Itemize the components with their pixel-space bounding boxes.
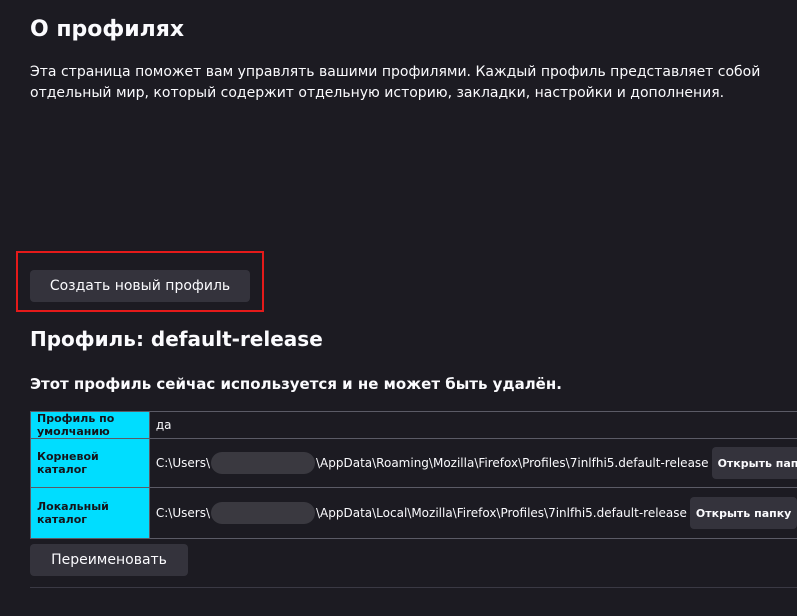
redacted-username: [211, 502, 315, 524]
page-description: Эта страница поможет вам управлять вашим…: [30, 64, 761, 101]
root-dir-path: C:\Users\ \AppData\Roaming\Mozilla\Firef…: [156, 447, 797, 479]
open-local-folder-button[interactable]: Открыть папку: [689, 497, 797, 529]
rename-profile-button[interactable]: Переименовать: [30, 544, 188, 576]
root-dir-path-suffix: \AppData\Roaming\Mozilla\Firefox\Profile…: [316, 456, 709, 470]
root-dir-path-prefix: C:\Users\: [155, 456, 210, 470]
section-divider: [30, 587, 797, 588]
profile-table: Профиль по умолчанию да Корневой каталог…: [30, 411, 797, 539]
profile-heading: Профиль: default-release: [30, 327, 323, 351]
local-dir-value: C:\Users\ \AppData\Local\Mozilla\Firefox…: [148, 487, 797, 539]
root-dir-value: C:\Users\ \AppData\Roaming\Mozilla\Firef…: [148, 438, 797, 488]
profiles-page: О профилях Эта страница поможет вам упра…: [0, 0, 797, 616]
default-profile-key: Профиль по умолчанию: [30, 411, 150, 439]
redacted-username: [211, 452, 315, 474]
local-dir-path: C:\Users\ \AppData\Local\Mozilla\Firefox…: [156, 497, 797, 529]
local-dir-path-suffix: \AppData\Local\Mozilla\Firefox\Profiles\…: [316, 506, 687, 520]
table-row-local-dir: Локальный каталог C:\Users\ \AppData\Loc…: [30, 487, 797, 539]
table-row-default: Профиль по умолчанию да: [30, 411, 797, 439]
page-title: О профилях: [30, 17, 185, 42]
open-root-folder-button[interactable]: Открыть папку: [711, 447, 797, 479]
local-dir-key: Локальный каталог: [30, 487, 150, 539]
profile-in-use-note: Этот профиль сейчас используется и не мо…: [30, 375, 562, 393]
local-dir-path-prefix: C:\Users\: [155, 506, 210, 520]
root-dir-key: Корневой каталог: [30, 438, 150, 488]
table-row-root-dir: Корневой каталог C:\Users\ \AppData\Roam…: [30, 438, 797, 488]
create-profile-button[interactable]: Создать новый профиль: [30, 270, 250, 302]
default-profile-value: да: [148, 411, 797, 439]
